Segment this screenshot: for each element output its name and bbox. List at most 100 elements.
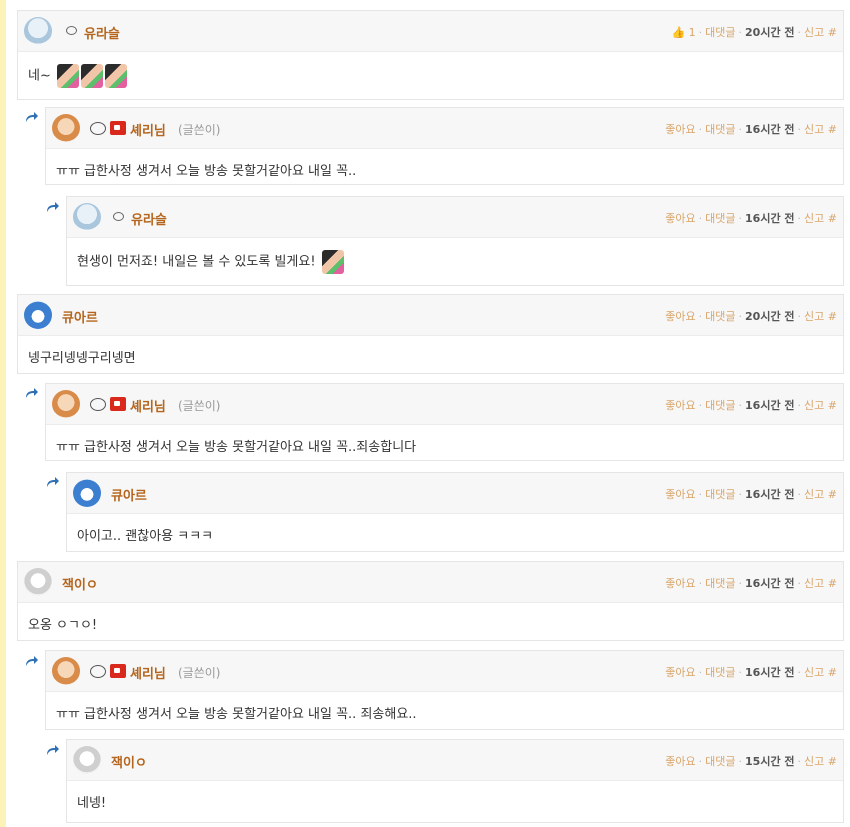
comment-header: 잭이ㅇ 좋아요 · 대댓글 · 15시간 전 · 신고 # bbox=[67, 740, 843, 781]
nickname[interactable]: 잭이ㅇ bbox=[111, 752, 147, 771]
reply-arrow-icon bbox=[26, 656, 38, 666]
broadcast-camera-icon bbox=[110, 664, 126, 678]
like-button[interactable]: 좋아요 bbox=[665, 755, 695, 768]
nickname[interactable]: 큐아르 bbox=[111, 485, 147, 504]
avatar[interactable] bbox=[52, 114, 80, 142]
comment-meta: 좋아요 · 대댓글 · 16시간 전 · 신고 # bbox=[665, 666, 837, 679]
nickname[interactable]: 셰리님 bbox=[130, 396, 166, 415]
avatar[interactable] bbox=[73, 746, 101, 774]
nickname[interactable]: 잭이ㅇ bbox=[62, 574, 98, 593]
reply-button[interactable]: 대댓글 bbox=[705, 399, 735, 412]
comment-text: ㅠㅠ 급한사정 생겨서 오늘 방송 못할거같아요 내일 꼭.. bbox=[56, 164, 357, 179]
reply-arrow-icon bbox=[47, 745, 59, 755]
level-icon bbox=[90, 665, 106, 678]
timestamp: 20시간 전 bbox=[745, 26, 795, 39]
broadcast-camera-icon bbox=[110, 121, 126, 135]
permalink[interactable]: # bbox=[828, 212, 837, 225]
comment-header: 잭이ㅇ 좋아요 · 대댓글 · 16시간 전 · 신고 # bbox=[18, 562, 843, 603]
timestamp: 16시간 전 bbox=[745, 666, 795, 679]
timestamp: 15시간 전 bbox=[745, 755, 795, 768]
nickname[interactable]: 셰리님 bbox=[130, 663, 166, 682]
avatar[interactable] bbox=[52, 657, 80, 685]
comment-header: 큐아르 좋아요 · 대댓글 · 16시간 전 · 신고 # bbox=[67, 473, 843, 514]
like-icon[interactable]: 👍 bbox=[671, 26, 685, 39]
report-button[interactable]: 신고 bbox=[804, 212, 824, 225]
comment-reply: 잭이ㅇ 좋아요 · 대댓글 · 15시간 전 · 신고 # 네넹! bbox=[66, 739, 844, 823]
emoticon-image bbox=[57, 64, 79, 88]
report-button[interactable]: 신고 bbox=[804, 399, 824, 412]
comment-header: 유라슬 👍 1 · 대댓글 · 20시간 전 · 신고 # bbox=[18, 11, 843, 52]
reply-button[interactable]: 대댓글 bbox=[705, 310, 735, 323]
comment: 유라슬 👍 1 · 대댓글 · 20시간 전 · 신고 # 네~ bbox=[17, 10, 844, 100]
permalink[interactable]: # bbox=[828, 666, 837, 679]
reply-button[interactable]: 대댓글 bbox=[705, 577, 735, 590]
like-button[interactable]: 좋아요 bbox=[665, 123, 695, 136]
report-button[interactable]: 신고 bbox=[804, 310, 824, 323]
avatar[interactable] bbox=[52, 390, 80, 418]
nickname[interactable]: 셰리님 bbox=[130, 120, 166, 139]
report-button[interactable]: 신고 bbox=[804, 666, 824, 679]
comment-reply: 유라슬 좋아요 · 대댓글 · 16시간 전 · 신고 # 현생이 먼저죠! 내일은 볼 수… bbox=[66, 196, 844, 286]
comment-text: ㅠㅠ 급한사정 생겨서 오늘 방송 못할거같아요 내일 꼭..죄송합니다 bbox=[56, 440, 417, 455]
nickname[interactable]: 유라슬 bbox=[84, 23, 120, 42]
nickname[interactable]: 큐아르 bbox=[62, 307, 98, 326]
comment-reply: 셰리님 (글쓴이) 좋아요 · 대댓글 · 16시간 전 · 신고 # ㅠㅠ 급한사정 생겨… bbox=[45, 383, 844, 461]
like-button[interactable]: 좋아요 bbox=[665, 399, 695, 412]
comment-header: 셰리님 (글쓴이) 좋아요 · 대댓글 · 16시간 전 · 신고 # bbox=[46, 108, 843, 149]
reply-button[interactable]: 대댓글 bbox=[705, 666, 735, 679]
level-icon bbox=[66, 26, 77, 35]
like-button[interactable]: 좋아요 bbox=[665, 212, 695, 225]
comment-meta: 좋아요 · 대댓글 · 16시간 전 · 신고 # bbox=[665, 212, 837, 225]
permalink[interactable]: # bbox=[828, 399, 837, 412]
comment-reply: 셰리님 (글쓴이) 좋아요 · 대댓글 · 16시간 전 · 신고 # ㅠㅠ 급한사정 생겨… bbox=[45, 107, 844, 185]
nickname[interactable]: 유라슬 bbox=[131, 209, 167, 228]
comment-text: 현생이 먼저죠! 내일은 볼 수 있도록 빌게요! bbox=[77, 254, 316, 270]
level-icon bbox=[113, 212, 124, 221]
report-button[interactable]: 신고 bbox=[804, 488, 824, 501]
comment-body: 네~ bbox=[28, 64, 127, 88]
timestamp: 16시간 전 bbox=[745, 399, 795, 412]
comment-header: 유라슬 좋아요 · 대댓글 · 16시간 전 · 신고 # bbox=[67, 197, 843, 238]
comment-meta: 좋아요 · 대댓글 · 20시간 전 · 신고 # bbox=[665, 310, 837, 323]
author-tag: (글쓴이) bbox=[178, 399, 221, 413]
like-button[interactable]: 좋아요 bbox=[665, 488, 695, 501]
like-button[interactable]: 좋아요 bbox=[665, 310, 695, 323]
permalink[interactable]: # bbox=[828, 577, 837, 590]
permalink[interactable]: # bbox=[828, 488, 837, 501]
comment-meta: 좋아요 · 대댓글 · 16시간 전 · 신고 # bbox=[665, 399, 837, 412]
timestamp: 16시간 전 bbox=[745, 123, 795, 136]
reply-arrow-icon bbox=[26, 112, 38, 122]
emoticon-image bbox=[105, 64, 127, 88]
timestamp: 16시간 전 bbox=[745, 212, 795, 225]
report-button[interactable]: 신고 bbox=[804, 26, 824, 39]
avatar[interactable] bbox=[24, 301, 52, 329]
comment-body: 현생이 먼저죠! 내일은 볼 수 있도록 빌게요! bbox=[77, 250, 344, 274]
reply-button[interactable]: 대댓글 bbox=[705, 212, 735, 225]
report-button[interactable]: 신고 bbox=[804, 577, 824, 590]
permalink[interactable]: # bbox=[828, 755, 837, 768]
reply-button[interactable]: 대댓글 bbox=[705, 123, 735, 136]
reply-button[interactable]: 대댓글 bbox=[705, 26, 735, 39]
comment-header: 셰리님 (글쓴이) 좋아요 · 대댓글 · 16시간 전 · 신고 # bbox=[46, 384, 843, 425]
avatar[interactable] bbox=[73, 479, 101, 507]
timestamp: 16시간 전 bbox=[745, 488, 795, 501]
report-button[interactable]: 신고 bbox=[804, 755, 824, 768]
report-button[interactable]: 신고 bbox=[804, 123, 824, 136]
comment-text: ㅠㅠ 급한사정 생겨서 오늘 방송 못할거같아요 내일 꼭.. 죄송해요.. bbox=[56, 707, 417, 722]
reply-button[interactable]: 대댓글 bbox=[705, 755, 735, 768]
permalink[interactable]: # bbox=[828, 123, 837, 136]
avatar[interactable] bbox=[24, 17, 52, 45]
comment-reply: 셰리님 (글쓴이) 좋아요 · 대댓글 · 16시간 전 · 신고 # ㅠㅠ 급한사정 생겨… bbox=[45, 650, 844, 730]
permalink[interactable]: # bbox=[828, 26, 837, 39]
comment-text: 오옹 ㅇㄱㅇ! bbox=[28, 618, 98, 633]
level-icon bbox=[90, 398, 106, 411]
permalink[interactable]: # bbox=[828, 310, 837, 323]
reply-button[interactable]: 대댓글 bbox=[705, 488, 735, 501]
like-button[interactable]: 좋아요 bbox=[665, 666, 695, 679]
comment: 잭이ㅇ 좋아요 · 대댓글 · 16시간 전 · 신고 # 오옹 ㅇㄱㅇ! bbox=[17, 561, 844, 641]
like-button[interactable]: 1 bbox=[689, 26, 696, 39]
avatar[interactable] bbox=[73, 203, 101, 231]
like-button[interactable]: 좋아요 bbox=[665, 577, 695, 590]
avatar[interactable] bbox=[24, 568, 52, 596]
comment-header: 큐아르 좋아요 · 대댓글 · 20시간 전 · 신고 # bbox=[18, 295, 843, 336]
